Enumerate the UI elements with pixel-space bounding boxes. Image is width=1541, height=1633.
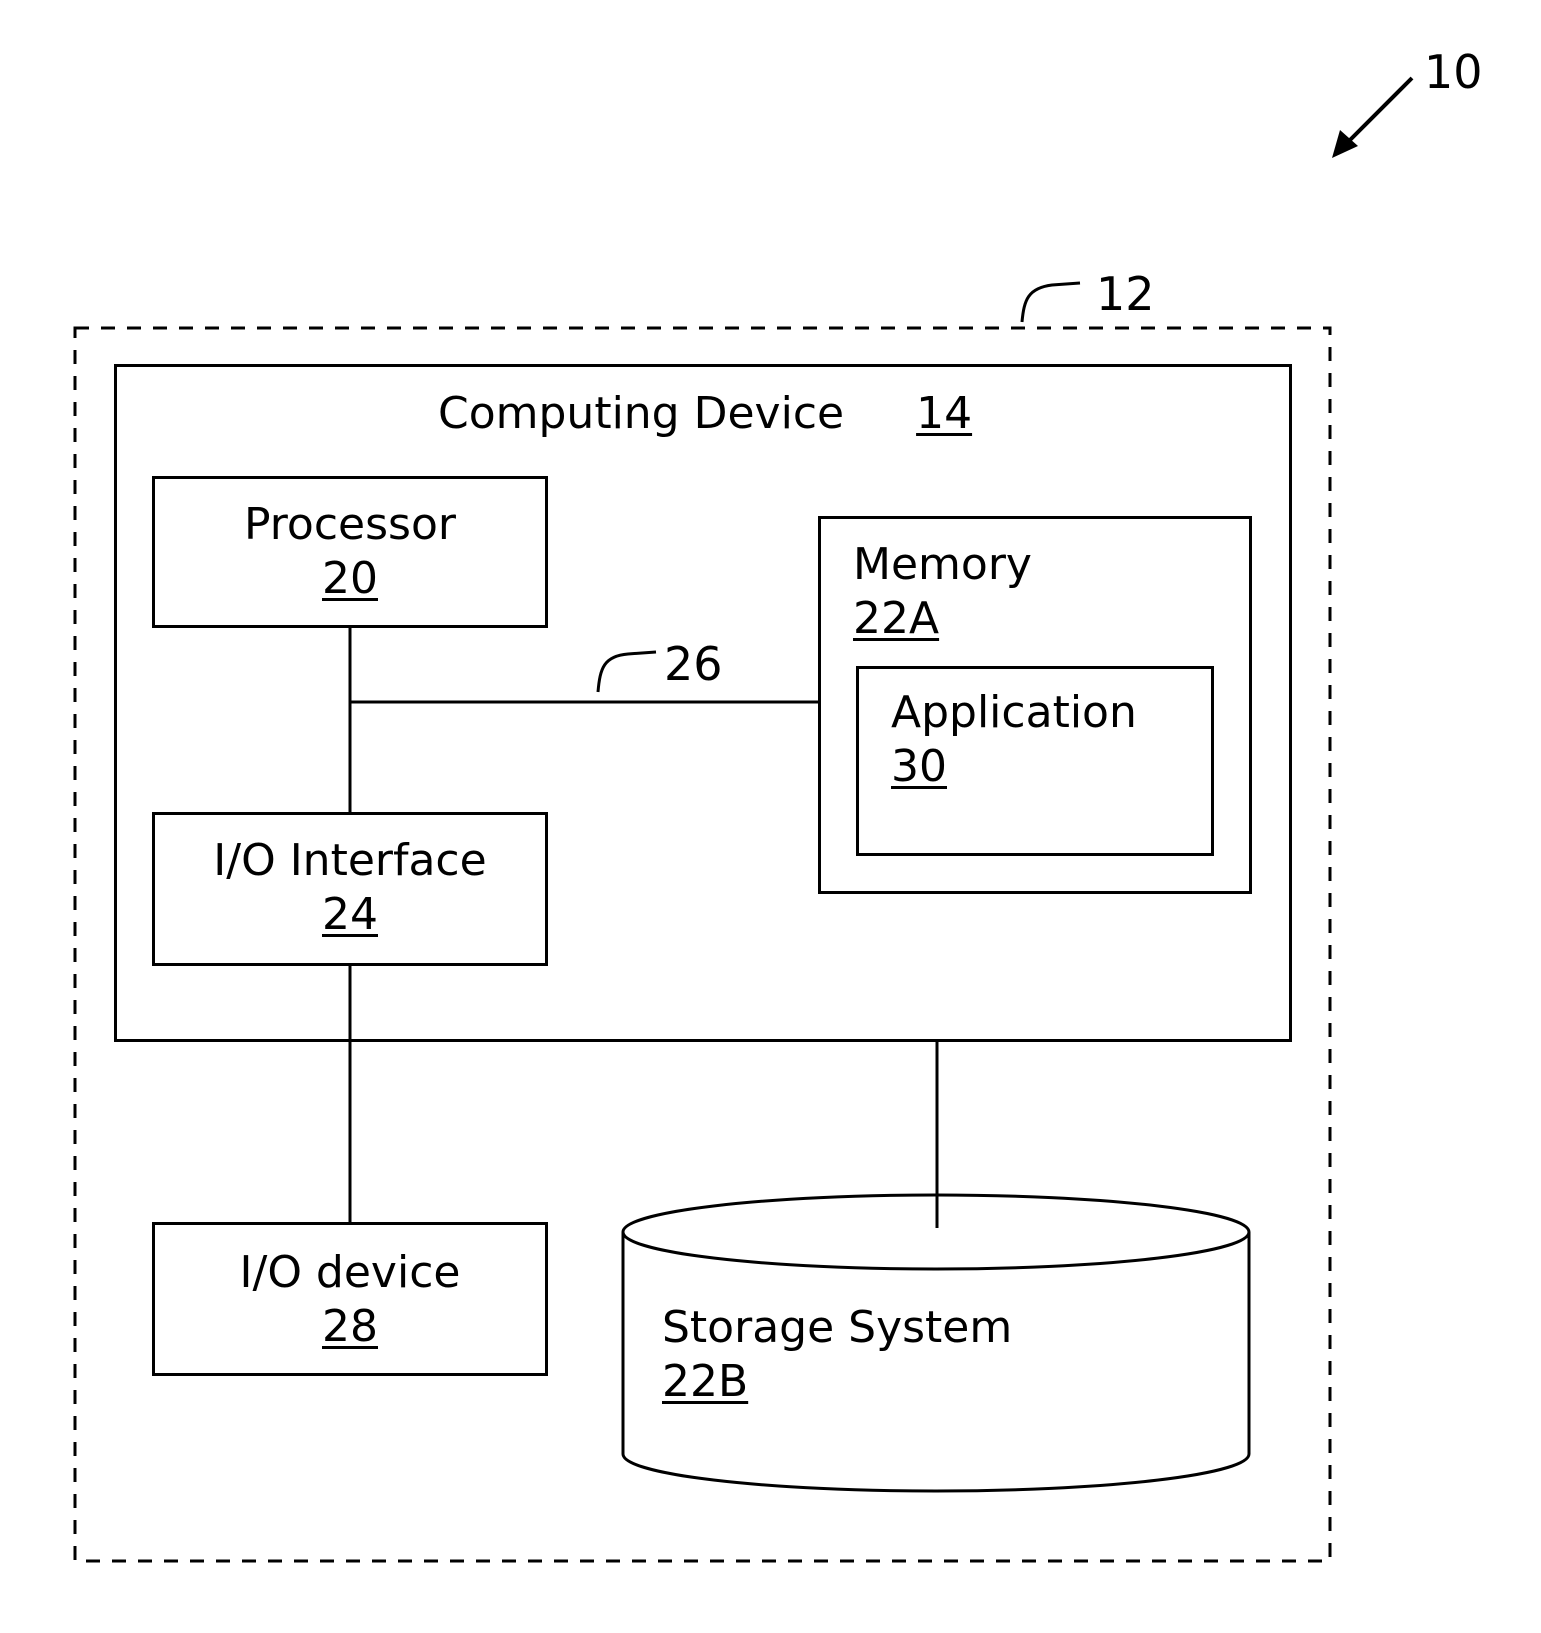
io-interface-box: I/O Interface 24	[152, 812, 548, 966]
computing-device-label: Computing Device	[438, 388, 845, 439]
io-device-label: I/O device	[239, 1247, 461, 1298]
application-ref: 30	[891, 741, 947, 792]
figure-ref-label: 10	[1424, 45, 1483, 99]
system-ref-label: 12	[1096, 267, 1155, 321]
processor-ref: 20	[322, 553, 378, 604]
io-interface-ref: 24	[322, 889, 378, 940]
io-device-ref: 28	[322, 1301, 378, 1352]
processor-box: Processor 20	[152, 476, 548, 628]
storage-system-label: Storage System	[662, 1302, 1013, 1353]
processor-label: Processor	[244, 499, 456, 550]
io-interface-label: I/O Interface	[213, 835, 487, 886]
memory-ref: 22A	[853, 593, 940, 644]
figure-pointer-arrow	[1346, 76, 1414, 144]
leader-line-12	[1020, 281, 1081, 323]
patent-figure: 10 12 26 Computing Device 14 Processor 2…	[0, 0, 1541, 1633]
computing-device-ref: 14	[916, 388, 973, 439]
computing-device-title: Computing Device 14	[438, 388, 972, 440]
application-label: Application	[891, 687, 1137, 738]
memory-label: Memory	[853, 539, 1032, 590]
application-box: Application 30	[856, 666, 1214, 856]
storage-system-ref: 22B	[662, 1356, 749, 1407]
io-device-box: I/O device 28	[152, 1222, 548, 1376]
